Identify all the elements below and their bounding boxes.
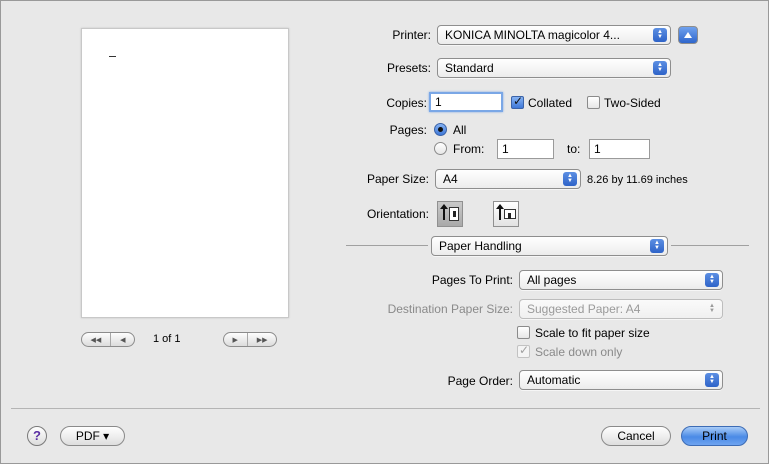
up-arrow-icon [496, 204, 504, 220]
page-order-label: Page Order: [447, 374, 513, 388]
scale-down-only-checkbox [517, 343, 530, 358]
destination-paper-size-label: Destination Paper Size: [387, 302, 513, 316]
paper-size-popup[interactable]: A4 ▲ ▼ [435, 169, 581, 189]
scale-down-only-label: Scale down only [535, 345, 623, 359]
pages-to-label: to: [567, 142, 581, 156]
nav-separator [246, 333, 248, 346]
presets-value: Standard [445, 61, 494, 75]
last-page-icon[interactable]: ▶▶ [257, 336, 268, 344]
pages-from-radio[interactable] [434, 142, 447, 155]
section-separator-right [671, 245, 749, 246]
help-button[interactable]: ? [27, 426, 47, 446]
page-preview [81, 28, 289, 318]
page-count: 1 of 1 [153, 333, 181, 345]
portrait-page-icon [449, 207, 459, 221]
preview-content-mark [109, 56, 116, 57]
popup-arrows-icon: ▲ ▼ [563, 172, 577, 186]
print-button[interactable]: Print [681, 426, 748, 446]
popup-arrows-icon: ▲ ▼ [709, 303, 715, 314]
presets-popup[interactable]: Standard ▲ ▼ [437, 58, 671, 78]
collated-label: Collated [528, 96, 573, 110]
two-sided-label: Two-Sided [604, 96, 661, 110]
pages-all-radio[interactable] [434, 123, 447, 136]
destination-paper-size-popup: Suggested Paper: A4 ▲ ▼ [519, 299, 723, 319]
disclosure-button[interactable] [678, 26, 698, 44]
portrait-orientation-button[interactable] [437, 201, 463, 227]
next-last-page-buttons[interactable]: ▶ ▶▶ [223, 332, 277, 347]
popup-arrows-icon: ▲ ▼ [653, 28, 667, 42]
pages-from-label: From: [453, 142, 485, 156]
pages-label: Pages: [389, 123, 427, 137]
destination-paper-size-value: Suggested Paper: A4 [527, 302, 641, 316]
collapse-triangle-icon [684, 32, 692, 38]
paper-size-value: A4 [443, 172, 458, 186]
scale-to-fit-label: Scale to fit paper size [535, 326, 650, 340]
first-page-icon[interactable]: ◀◀ [90, 336, 101, 344]
printer-value: KONICA MINOLTA magicolor 4... [445, 28, 620, 42]
print-dialog: ◀◀ ◀ 1 of 1 ▶ ▶▶ Printer: KONICA MINOLTA… [0, 0, 769, 464]
landscape-orientation-button[interactable] [493, 201, 519, 227]
pages-to-field[interactable]: 1 [589, 139, 650, 159]
paper-size-label: Paper Size: [366, 172, 429, 186]
page-order-popup[interactable]: Automatic ▲ ▼ [519, 370, 723, 390]
two-sided-checkbox[interactable] [587, 96, 600, 109]
popup-arrows-icon: ▲ ▼ [705, 273, 719, 287]
pdf-menu-button[interactable]: PDF ▾ [60, 426, 125, 446]
presets-label: Presets: [386, 61, 431, 75]
scale-to-fit-checkbox[interactable] [517, 326, 530, 339]
pages-to-print-value: All pages [527, 273, 577, 287]
next-page-icon[interactable]: ▶ [232, 336, 237, 344]
first-prev-page-buttons[interactable]: ◀◀ ◀ [81, 332, 135, 347]
copies-field[interactable]: 1 [429, 92, 503, 112]
popup-arrows-icon: ▲ ▼ [653, 61, 667, 75]
pages-to-print-label: Pages To Print: [431, 273, 513, 287]
pages-all-label: All [453, 123, 467, 137]
paper-dimensions: 8.26 by 11.69 inches [587, 174, 688, 186]
section-value: Paper Handling [439, 239, 522, 253]
printer-popup[interactable]: KONICA MINOLTA magicolor 4... ▲ ▼ [437, 25, 671, 45]
popup-arrows-icon: ▲ ▼ [650, 239, 664, 253]
landscape-page-icon [504, 209, 516, 219]
footer-separator [11, 408, 760, 409]
page-order-value: Automatic [527, 373, 581, 387]
prev-page-icon[interactable]: ◀ [120, 336, 125, 344]
pages-from-field[interactable]: 1 [497, 139, 554, 159]
collated-checkbox[interactable] [511, 94, 524, 109]
section-popup[interactable]: Paper Handling ▲ ▼ [431, 236, 668, 256]
section-separator-left [346, 245, 428, 246]
popup-arrows-icon: ▲ ▼ [705, 373, 719, 387]
up-arrow-icon [440, 204, 448, 220]
pages-to-print-popup[interactable]: All pages ▲ ▼ [519, 270, 723, 290]
printer-label: Printer: [392, 28, 431, 42]
copies-label: Copies: [386, 96, 427, 110]
cancel-button[interactable]: Cancel [601, 426, 671, 446]
nav-separator [110, 333, 112, 346]
orientation-label: Orientation: [366, 207, 429, 221]
